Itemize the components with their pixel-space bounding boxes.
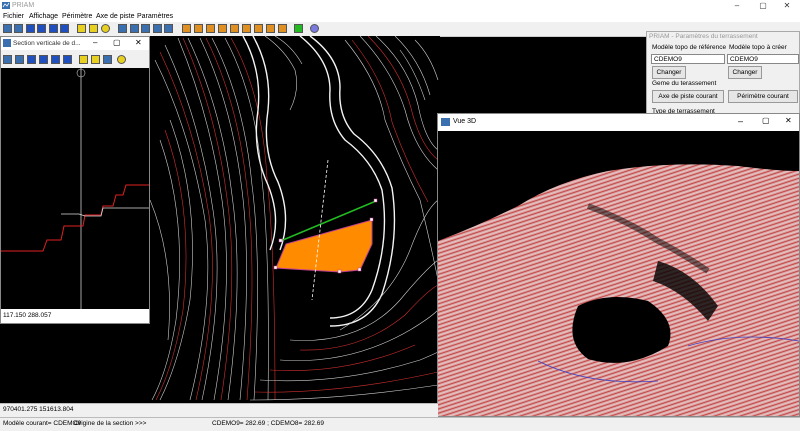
pan-icon[interactable]: [118, 24, 127, 33]
open-file-icon[interactable]: [14, 24, 23, 33]
main-title-bar: PRIAM – ▢ ✕: [0, 0, 800, 12]
tool-icon[interactable]: [89, 24, 98, 33]
menu-parametres[interactable]: Paramètres: [137, 13, 173, 20]
layer-icon[interactable]: [164, 24, 173, 33]
cad-app-icon: [3, 39, 11, 47]
save-icon[interactable]: [27, 55, 36, 64]
cursor-coords: 970401.275 151613.804: [3, 406, 74, 413]
section-maximize-button[interactable]: ▢: [113, 38, 121, 47]
section-window: Section verticale de d... – ▢ ✕ 117.150 …: [0, 36, 150, 324]
arrow-icon[interactable]: [60, 24, 69, 33]
view3d-title: Vue 3D: [453, 118, 477, 125]
view3d-window: Vue 3D – ▢ ✕: [437, 113, 800, 417]
help-icon[interactable]: [77, 24, 86, 33]
params-panel-title: PRIAM - Paramètres du terrassement: [649, 33, 758, 40]
layer-icon[interactable]: [153, 24, 162, 33]
minimize-button[interactable]: –: [726, 0, 748, 12]
layer-icon[interactable]: [266, 24, 275, 33]
section-origin-status[interactable]: Origine de la section >>>: [74, 420, 146, 427]
save-icon[interactable]: [26, 24, 35, 33]
close-button[interactable]: ✕: [776, 0, 798, 12]
maximize-button[interactable]: ▢: [752, 0, 774, 12]
view3d-close-button[interactable]: ✕: [785, 116, 792, 125]
clock-icon[interactable]: [101, 24, 110, 33]
clock-icon[interactable]: [117, 55, 126, 64]
view3d-maximize-button[interactable]: ▢: [762, 116, 770, 125]
section-coords-bar: 117.150 288.057: [1, 309, 149, 323]
view3d-minimize-button[interactable]: –: [738, 116, 743, 126]
menu-affichage[interactable]: Affichage: [29, 13, 58, 20]
globe-icon[interactable]: [310, 24, 319, 33]
layer-icon[interactable]: [206, 24, 215, 33]
coords-status-bar: 970401.275 151613.804: [0, 403, 438, 418]
tool-icon[interactable]: [91, 55, 100, 64]
layer-icon[interactable]: [218, 24, 227, 33]
section-close-button[interactable]: ✕: [135, 38, 142, 47]
section-window-header: Section verticale de d... – ▢ ✕: [1, 37, 149, 50]
view3d-header: Vue 3D – ▢ ✕: [438, 114, 799, 131]
ref-change-button[interactable]: Changer: [652, 66, 686, 79]
pan-icon[interactable]: [103, 55, 112, 64]
new-file-icon[interactable]: [3, 55, 12, 64]
new-model-field[interactable]: CDEMO9: [727, 54, 799, 64]
section-profile-canvas[interactable]: [1, 68, 149, 309]
bottom-status-bar: Modèle courant= CDEMO9 Origine de la sec…: [0, 417, 800, 431]
layer-icon[interactable]: [130, 24, 139, 33]
help-icon[interactable]: [79, 55, 88, 64]
arrow-icon[interactable]: [63, 55, 72, 64]
ref-model-label: Modèle topo de référence: [652, 44, 727, 51]
section-coords: 117.150 288.057: [3, 312, 52, 319]
perimetre-courant-button[interactable]: Périmètre courant: [728, 90, 798, 103]
new-model-label: Modèle topo à créer: [729, 44, 787, 51]
section-toolbar: [1, 50, 149, 69]
tool-icon[interactable]: [51, 55, 60, 64]
section-minimize-button[interactable]: –: [93, 38, 97, 47]
layer-icon[interactable]: [141, 24, 150, 33]
green-grid-icon[interactable]: [294, 24, 303, 33]
menu-axe-de-piste[interactable]: Axe de piste: [96, 13, 135, 20]
params-panel: PRIAM - Paramètres du terrassement Modèl…: [646, 31, 800, 117]
open-file-icon[interactable]: [15, 55, 24, 64]
new-file-icon[interactable]: [3, 24, 12, 33]
app-title: PRIAM: [12, 2, 35, 9]
layer-icon[interactable]: [194, 24, 203, 33]
menu-fichier[interactable]: Fichier: [3, 13, 24, 20]
tool-icon[interactable]: [49, 24, 58, 33]
ref-model-field[interactable]: CDEMO9: [651, 54, 725, 64]
new-change-button[interactable]: Changer: [728, 66, 762, 79]
layer-icon[interactable]: [230, 24, 239, 33]
view3d-canvas[interactable]: [438, 131, 799, 416]
layer-icon[interactable]: [182, 24, 191, 33]
print-icon[interactable]: [39, 55, 48, 64]
layer-icon[interactable]: [278, 24, 287, 33]
current-model-status: Modèle courant= CDEMO9: [3, 420, 82, 427]
layer-icon[interactable]: [254, 24, 263, 33]
menu-perimetre[interactable]: Périmètre: [62, 13, 92, 20]
section-window-title: Section verticale de d...: [13, 40, 81, 47]
layer-icon[interactable]: [242, 24, 251, 33]
axe-courant-button[interactable]: Axe de piste courant: [652, 90, 724, 103]
cad-app-icon: [2, 2, 10, 9]
cad-app-icon: [441, 118, 450, 126]
geometry-label: Geme du terassement: [652, 80, 717, 87]
print-icon[interactable]: [37, 24, 46, 33]
menu-bar: Fichier Affichage Périmètre Axe de piste…: [0, 12, 800, 22]
plan-view-canvas[interactable]: [150, 36, 440, 403]
heights-status: CDEMO9= 282.69 ; CDEMO8= 282.69: [212, 420, 325, 427]
